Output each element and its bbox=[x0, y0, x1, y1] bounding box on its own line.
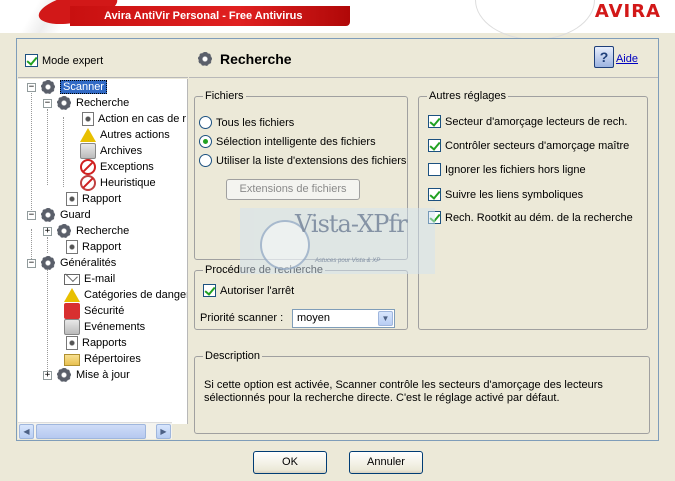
extensions-button[interactable]: Extensions de fichiers bbox=[226, 179, 360, 200]
tree-item-guard[interactable]: − Guard bbox=[27, 207, 91, 223]
checkbox-icon[interactable] bbox=[203, 284, 216, 297]
checkbox-symlinks[interactable]: Suivre les liens symboliques bbox=[428, 188, 583, 201]
tree-horizontal-scrollbar[interactable]: ◀ ▶ bbox=[18, 422, 172, 439]
checkbox-icon[interactable] bbox=[428, 115, 441, 128]
expert-mode-area: Mode expert bbox=[18, 40, 188, 78]
ban-icon bbox=[80, 159, 96, 175]
scroll-right-icon[interactable]: ▶ bbox=[156, 424, 171, 439]
radio-button[interactable] bbox=[199, 116, 212, 129]
avira-logo: AVIRA bbox=[594, 1, 661, 22]
radio-button[interactable] bbox=[199, 135, 212, 148]
warning-flask-icon bbox=[80, 128, 96, 142]
tree-item-rapport[interactable]: Rapport bbox=[64, 191, 121, 207]
tree-item-evenements[interactable]: Evénements bbox=[64, 319, 145, 335]
tree-item-mise-a-jour[interactable]: + Mise à jour bbox=[43, 367, 130, 383]
window-title: Avira AntiVir Personal - Free Antivirus bbox=[70, 6, 350, 26]
checkbox-icon[interactable] bbox=[428, 139, 441, 152]
tree-item-rapports[interactable]: Rapports bbox=[64, 335, 127, 351]
document-gear-icon bbox=[66, 192, 78, 206]
radio-extension-list[interactable]: Utiliser la liste d'extensions des fichi… bbox=[199, 154, 406, 167]
tree-item-recherche[interactable]: − Recherche bbox=[43, 95, 129, 111]
checkbox-allow-stop[interactable]: Autoriser l'arrêt bbox=[203, 284, 294, 297]
chevron-down-icon[interactable]: ▼ bbox=[378, 311, 393, 326]
gear-icon bbox=[56, 95, 72, 111]
collapse-icon[interactable]: − bbox=[43, 98, 52, 108]
expert-mode-checkbox[interactable]: Mode expert bbox=[25, 54, 103, 67]
help-icon[interactable]: ? bbox=[594, 46, 614, 68]
checkbox-icon[interactable] bbox=[428, 188, 441, 201]
checkbox-rootkit[interactable]: Rech. Rootkit au dém. de la recherche bbox=[428, 211, 633, 224]
collapse-icon[interactable]: − bbox=[27, 82, 36, 92]
gear-icon bbox=[40, 207, 56, 223]
tree-item-guard-rapport[interactable]: Rapport bbox=[64, 239, 121, 255]
magnifier-icon bbox=[80, 175, 96, 191]
expand-icon[interactable]: + bbox=[43, 370, 52, 380]
warning-icon bbox=[64, 288, 80, 302]
autres-reglages-group: Autres réglages Secteur d'amorçage lecte… bbox=[418, 90, 648, 330]
tree-item-repertoires[interactable]: Répertoires bbox=[64, 351, 141, 367]
tree-item-scanner[interactable]: − Scanner bbox=[27, 79, 107, 95]
tree-item-securite[interactable]: Sécurité bbox=[64, 303, 124, 319]
tree-item-email[interactable]: E-mail bbox=[64, 271, 115, 287]
panel-header: Recherche ? Aide bbox=[189, 40, 658, 78]
security-icon bbox=[64, 303, 80, 319]
radio-smart-selection[interactable]: Sélection intelligente des fichiers bbox=[199, 135, 376, 148]
checkbox-master-boot[interactable]: Contrôler secteurs d'amorçage maître bbox=[428, 139, 629, 152]
tree-item-action-en-cas[interactable]: Action en cas de r bbox=[80, 111, 186, 127]
folder-icon bbox=[64, 354, 80, 366]
settings-tree: − Scanner − Recherche Action en cas de r… bbox=[18, 79, 188, 424]
radio-button[interactable] bbox=[199, 154, 212, 167]
gear-icon bbox=[56, 367, 72, 383]
cancel-button[interactable]: Annuler bbox=[349, 451, 423, 474]
archive-icon bbox=[80, 143, 96, 159]
gear-icon bbox=[56, 223, 72, 239]
watermark: Vista-XPfr Astuces pour Vista & XP bbox=[240, 208, 435, 274]
expert-mode-label: Mode expert bbox=[42, 54, 104, 67]
checkbox-ignore-offline[interactable]: Ignorer les fichiers hors ligne bbox=[428, 163, 586, 176]
document-gear-icon bbox=[66, 240, 78, 254]
envelope-icon bbox=[64, 273, 80, 285]
checkbox-icon[interactable] bbox=[25, 54, 38, 67]
collapse-icon[interactable]: − bbox=[27, 258, 36, 268]
description-group: Description Si cette option est activée,… bbox=[194, 350, 650, 434]
scroll-left-icon[interactable]: ◀ bbox=[19, 424, 34, 439]
decorative-arc bbox=[475, 0, 595, 40]
radio-all-files[interactable]: Tous les fichiers bbox=[199, 116, 294, 129]
tree-item-categories[interactable]: Catégories de dangers bbox=[64, 287, 187, 303]
expand-icon[interactable]: + bbox=[43, 226, 52, 236]
description-text: Si cette option est activée, Scanner con… bbox=[204, 379, 603, 404]
help-link[interactable]: Aide bbox=[616, 53, 638, 65]
gear-icon bbox=[40, 255, 56, 271]
tree-item-archives[interactable]: Archives bbox=[80, 143, 142, 159]
gear-icon bbox=[197, 51, 213, 67]
tree-item-exceptions[interactable]: Exceptions bbox=[80, 159, 154, 175]
tree-item-heuristique[interactable]: Heuristique bbox=[80, 175, 156, 191]
document-gear-icon bbox=[66, 336, 78, 350]
document-gear-icon bbox=[82, 112, 94, 126]
checkbox-boot-sector[interactable]: Secteur d'amorçage lecteurs de rech. bbox=[428, 115, 627, 128]
page-title: Recherche bbox=[220, 51, 292, 67]
priority-label: Priorité scanner : bbox=[200, 312, 284, 324]
tree-item-autres-actions[interactable]: Autres actions bbox=[80, 127, 170, 143]
tree-item-generalites[interactable]: − Généralités bbox=[27, 255, 116, 271]
gear-icon bbox=[40, 79, 56, 95]
events-icon bbox=[64, 319, 80, 335]
priority-select[interactable]: moyen ▼ bbox=[292, 309, 395, 328]
scrollbar-thumb[interactable] bbox=[36, 424, 146, 439]
ok-button[interactable]: OK bbox=[253, 451, 327, 474]
collapse-icon[interactable]: − bbox=[27, 210, 36, 220]
tree-item-guard-recherche[interactable]: + Recherche bbox=[43, 223, 129, 239]
title-bar: Avira AntiVir Personal - Free Antivirus … bbox=[0, 0, 675, 40]
checkbox-icon[interactable] bbox=[428, 163, 441, 176]
